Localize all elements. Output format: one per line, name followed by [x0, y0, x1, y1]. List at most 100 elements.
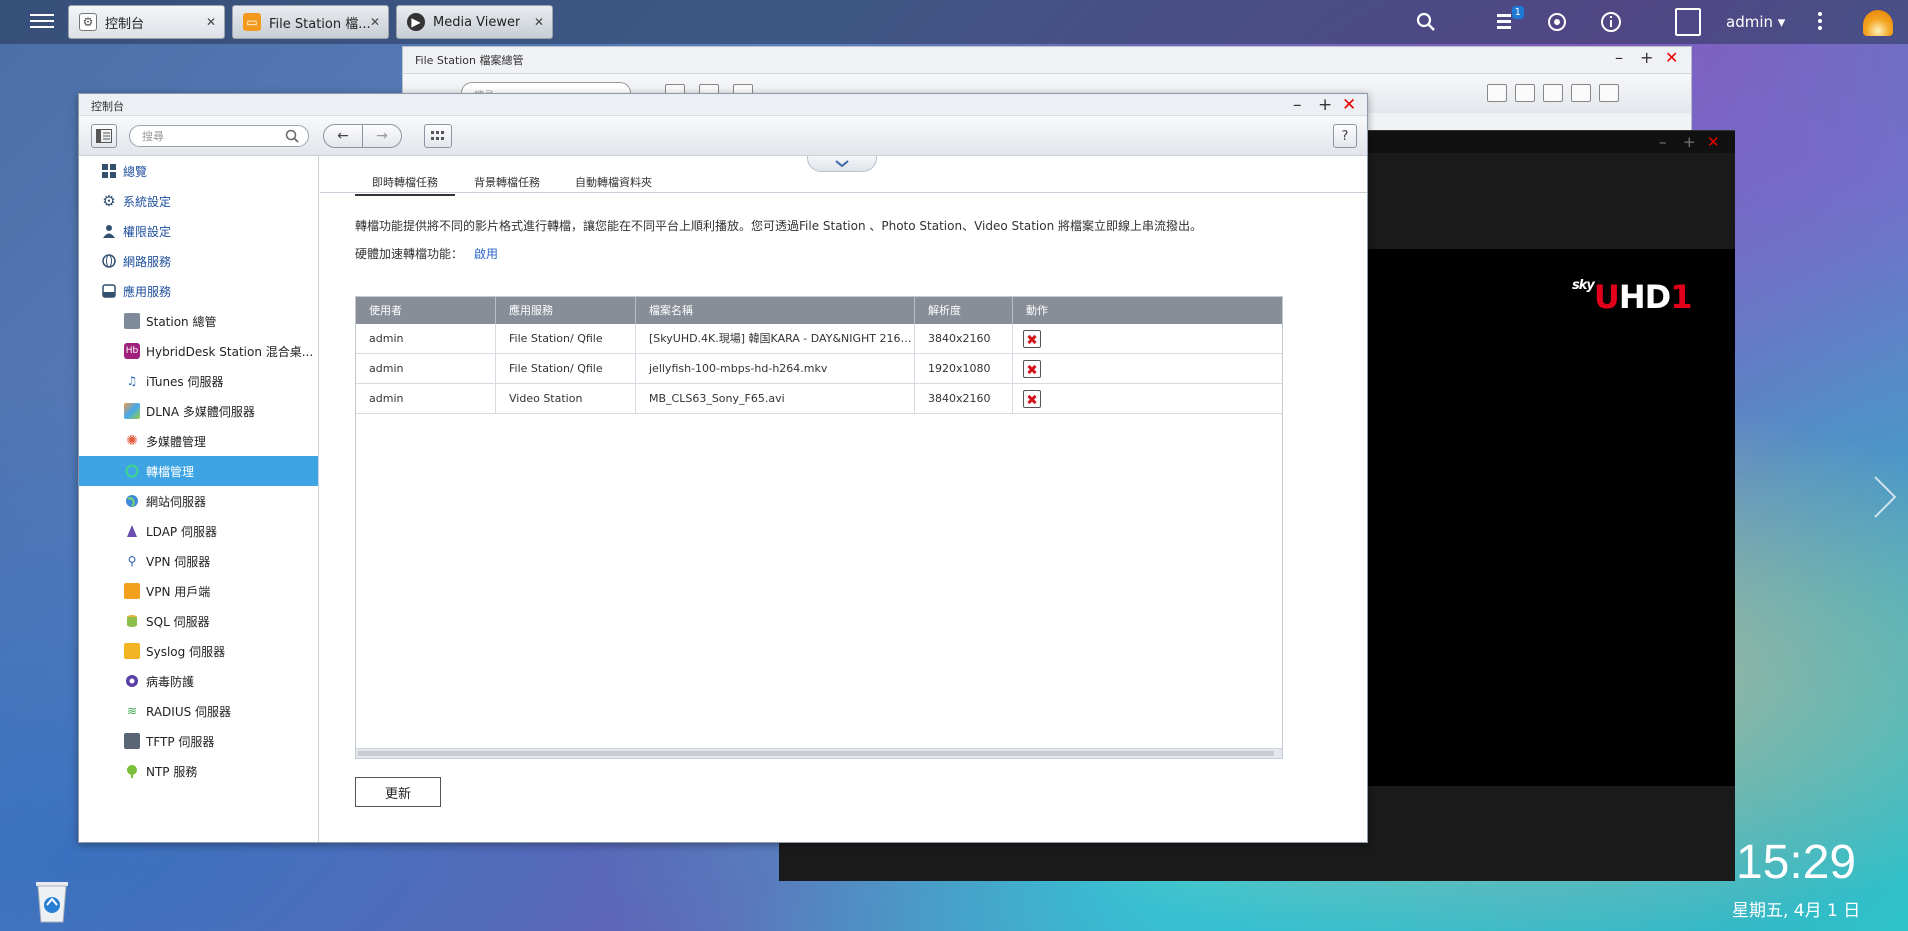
minimize-icon[interactable]: – [1615, 48, 1623, 67]
help-icon[interactable] [1571, 84, 1591, 102]
filter-icon[interactable] [1487, 84, 1507, 102]
sidebar-item-dlna[interactable]: DLNA 多媒體伺服器 [79, 396, 318, 426]
sidebar-item-hybriddesk[interactable]: Hb HybridDesk Station 混合桌... [79, 336, 318, 366]
control-panel-titlebar: 控制台 – + ✕ [79, 94, 1367, 116]
apps-grid-icon[interactable] [424, 124, 452, 148]
stop-task-icon[interactable] [1023, 360, 1041, 378]
maximize-icon[interactable]: + [1318, 94, 1332, 116]
sidebar-item-system-settings[interactable]: ⚙ 系統設定 [79, 186, 318, 216]
stop-task-icon[interactable] [1023, 330, 1041, 348]
tab-media-viewer[interactable]: ▶ Media Viewer ✕ [396, 5, 553, 39]
logo-one: 1 [1670, 278, 1692, 316]
sidebar-label: NTP 服務 [146, 764, 198, 779]
close-icon[interactable]: ✕ [370, 15, 380, 29]
sidebar-label: 病毒防護 [146, 674, 195, 689]
maximize-icon[interactable]: + [1640, 48, 1653, 67]
dashboard-icon[interactable] [1863, 10, 1893, 36]
cell-service: File Station/ Qfile [496, 354, 636, 384]
sidebar-item-applications[interactable]: 應用服務 [79, 276, 318, 306]
search-icon[interactable] [285, 129, 299, 143]
sidebar-label: 應用服務 [123, 284, 172, 299]
notification-badge: 1 [1511, 6, 1524, 19]
file-station-title: File Station 檔案總管 [415, 54, 524, 67]
sidebar-item-tftp[interactable]: TFTP 伺服器 [79, 726, 318, 756]
sidebar-item-station-manager[interactable]: Station 總管 [79, 306, 318, 336]
column-header-resolution[interactable]: 解析度 [915, 297, 1013, 324]
close-icon[interactable]: ✕ [1707, 133, 1720, 151]
help-icon[interactable]: ? [1333, 124, 1357, 148]
sidebar-item-ldap[interactable]: LDAP 伺服器 [79, 516, 318, 546]
network-icon [101, 253, 117, 269]
table-row[interactable]: admin File Station/ Qfile [SkyUHD.4K.現場]… [356, 324, 1282, 354]
ldap-icon [124, 523, 140, 539]
maximize-icon[interactable]: + [1683, 133, 1696, 151]
sidebar-item-antivirus[interactable]: 病毒防護 [79, 666, 318, 696]
cell-resolution: 3840x2160 [915, 324, 1013, 354]
vpn-client-icon [124, 583, 140, 599]
sidebar-item-sql[interactable]: SQL 伺服器 [79, 606, 318, 636]
search-icon[interactable] [1414, 10, 1438, 34]
refresh-icon[interactable] [1515, 84, 1535, 102]
sidebar-item-itunes[interactable]: ♫ iTunes 伺服器 [79, 366, 318, 396]
scrollbar-thumb[interactable] [358, 751, 1274, 756]
close-icon[interactable]: ✕ [1665, 48, 1678, 67]
logo-small: sky [1572, 278, 1595, 293]
cell-file: jellyfish-100-mbps-hd-h264.mkv [636, 354, 915, 384]
hw-accel-enable-link[interactable]: 啟用 [474, 245, 498, 262]
info-icon[interactable] [1599, 10, 1623, 34]
stop-task-icon[interactable] [1023, 390, 1041, 408]
transcode-content: 即時轉檔任務 背景轉檔任務 自動轉檔資料夾 轉檔功能提供將不同的影片格式進行轉檔… [320, 156, 1367, 842]
sidebar-item-network-services[interactable]: 網路服務 [79, 246, 318, 276]
cell-user: admin [356, 354, 496, 384]
sync-icon[interactable] [1545, 10, 1569, 34]
column-header-file[interactable]: 檔案名稱 [636, 297, 915, 324]
user-menu[interactable]: admin ▾ [1726, 13, 1785, 31]
close-icon[interactable]: ✕ [206, 15, 216, 29]
minimize-icon[interactable]: – [1659, 133, 1667, 151]
refresh-button[interactable]: 更新 [355, 777, 441, 807]
tab-realtime-transcode[interactable]: 即時轉檔任務 [355, 174, 455, 196]
tftp-icon [124, 733, 140, 749]
back-arrow-icon[interactable]: ← [323, 124, 363, 148]
sidebar-item-syslog[interactable]: Syslog 伺服器 [79, 636, 318, 666]
tab-auto-transcode-folder[interactable]: 自動轉檔資料夾 [575, 174, 652, 194]
background-tasks-icon[interactable]: 1 [1494, 6, 1524, 34]
table-row[interactable]: admin Video Station MB_CLS63_Sony_F65.av… [356, 384, 1282, 414]
sidebar-item-ntp[interactable]: NTP 服務 [79, 756, 318, 786]
tab-background-transcode[interactable]: 背景轉檔任務 [474, 174, 540, 194]
sidebar-item-web-server[interactable]: 網站伺服器 [79, 486, 318, 516]
media-player-icon: ▶ [407, 13, 425, 31]
more-options-icon[interactable] [1818, 12, 1822, 33]
sidebar-item-privilege[interactable]: 權限設定 [79, 216, 318, 246]
recycle-bin-icon[interactable] [32, 876, 72, 924]
close-icon[interactable]: ✕ [534, 15, 544, 29]
column-header-service[interactable]: 應用服務 [496, 297, 636, 324]
forward-arrow-icon[interactable]: → [362, 124, 402, 148]
table-header: 使用者 應用服務 檔案名稱 解析度 動作 [356, 297, 1282, 324]
tab-file-station[interactable]: ▭ File Station 檔... ✕ [232, 5, 389, 39]
settings-icon[interactable] [1543, 84, 1563, 102]
sidebar-item-vpn-client[interactable]: VPN 用戶端 [79, 576, 318, 606]
sidebar-item-transcode[interactable]: 轉檔管理 [79, 456, 318, 486]
next-arrow-icon[interactable] [1872, 474, 1898, 520]
sidebar-item-multimedia[interactable]: ✺ 多媒體管理 [79, 426, 318, 456]
close-icon[interactable]: ✕ [1342, 94, 1356, 116]
user-icon[interactable] [1675, 8, 1701, 36]
sidebar-toggle-icon[interactable] [91, 124, 117, 148]
sidebar-item-overview[interactable]: 總覽 [79, 156, 318, 186]
folder-icon: ▭ [243, 13, 261, 31]
search-input[interactable] [129, 125, 309, 147]
hybriddesk-icon: Hb [124, 343, 140, 359]
sidebar-item-vpn-server[interactable]: ⚲ VPN 伺服器 [79, 546, 318, 576]
sidebar-item-radius[interactable]: ≋ RADIUS 伺服器 [79, 696, 318, 726]
column-header-user[interactable]: 使用者 [356, 297, 496, 324]
collapse-handle[interactable] [807, 156, 877, 172]
horizontal-scrollbar[interactable] [356, 748, 1282, 758]
tab-control-panel[interactable]: ⚙ 控制台 ✕ [68, 5, 225, 39]
table-row[interactable]: admin File Station/ Qfile jellyfish-100-… [356, 354, 1282, 384]
control-panel-toolbar: ← → ? [79, 116, 1367, 156]
main-menu-icon[interactable] [30, 10, 54, 32]
dlna-icon [124, 403, 140, 419]
minimize-icon[interactable]: – [1293, 94, 1302, 116]
panel-icon[interactable] [1599, 84, 1619, 102]
